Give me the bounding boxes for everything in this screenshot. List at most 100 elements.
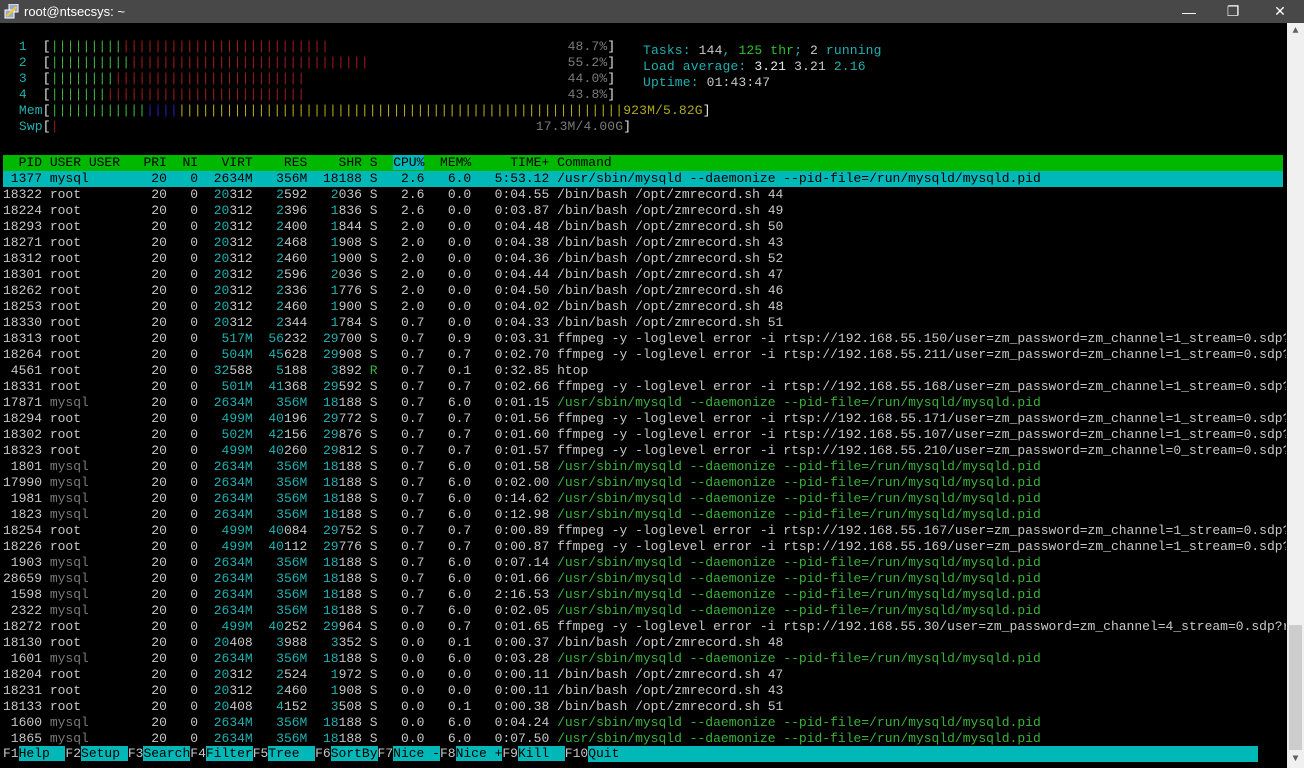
column-header-mem[interactable]: MEM%: [440, 155, 471, 170]
time: 0:01.66: [494, 571, 550, 586]
process-row[interactable]: 18133 root 20 0 20408 4152 3508 S 0.0 0.…: [3, 699, 1283, 715]
column-header-res[interactable]: RES: [284, 155, 307, 170]
tasks-label: Tasks:: [643, 43, 699, 58]
process-row[interactable]: 1981 mysql 20 0 2634M 356M 18188 S 0.7 6…: [3, 491, 1283, 507]
priority: 20: [151, 667, 167, 682]
column-header-command[interactable]: Command: [557, 155, 612, 170]
restore-icon: ❐: [1226, 3, 1240, 19]
process-row[interactable]: 18271 root 20 0 20312 2468 1908 S 2.0 0.…: [3, 235, 1283, 251]
process-row-selected[interactable]: 1377 mysql 20 0 2634M 356M 18188 S 2.6 6…: [3, 171, 1283, 187]
function-key-f8[interactable]: F8Nice +: [439, 746, 503, 761]
function-key-f6[interactable]: F6SortBy: [315, 746, 378, 761]
scrollbar-thumb[interactable]: [1289, 625, 1302, 750]
user: root: [49, 379, 82, 394]
function-key-f3[interactable]: F3Search: [127, 746, 191, 761]
column-header-virt[interactable]: VIRT: [221, 155, 252, 170]
process-row[interactable]: 18130 root 20 0 20408 3988 3352 S 0.0 0.…: [3, 635, 1283, 651]
process-row[interactable]: 18322 root 20 0 20312 2592 2036 S 2.6 0.…: [3, 187, 1283, 203]
close-button[interactable]: ✕: [1258, 0, 1302, 23]
maximize-button[interactable]: ❐: [1211, 0, 1255, 23]
terminal-area[interactable]: 1 [||||||||||||||||||||||||||||||||||| 4…: [0, 23, 1286, 768]
pid: 18330: [3, 315, 43, 330]
process-row[interactable]: 17990 mysql 20 0 2634M 356M 18188 S 0.7 …: [3, 475, 1283, 491]
process-row[interactable]: 1598 mysql 20 0 2634M 356M 18188 S 0.7 6…: [3, 587, 1283, 603]
process-row[interactable]: 1865 mysql 20 0 2634M 356M 18188 S 0.0 6…: [3, 731, 1283, 747]
process-row[interactable]: 28659 mysql 20 0 2634M 356M 18188 S 0.7 …: [3, 571, 1283, 587]
minimize-button[interactable]: —: [1167, 0, 1211, 23]
cpu-meter: 2 [|||||||||||||||||||||||||||||||||||||…: [3, 55, 615, 71]
scroll-up-arrow-icon[interactable]: ▲: [1287, 23, 1304, 40]
process-row[interactable]: 18331 root 20 0 501M 41368 29592 S 0.7 0…: [3, 379, 1286, 395]
function-key-f2[interactable]: F2Setup: [65, 746, 128, 761]
process-row[interactable]: 18312 root 20 0 20312 2460 1900 S 2.0 0.…: [3, 251, 1283, 267]
process-row[interactable]: 18262 root 20 0 20312 2336 1776 S 2.0 0.…: [3, 283, 1283, 299]
column-header-user[interactable]: USER: [89, 155, 120, 170]
process-row[interactable]: 1600 mysql 20 0 2634M 356M 18188 S 0.0 6…: [3, 715, 1283, 731]
virt: 502M: [221, 427, 253, 442]
scroll-down-arrow-icon[interactable]: ▼: [1287, 751, 1304, 768]
process-row[interactable]: 1823 mysql 20 0 2634M 356M 18188 S 0.7 6…: [3, 507, 1283, 523]
res: 356M: [276, 555, 308, 570]
column-header-ni[interactable]: NI: [182, 155, 198, 170]
process-row[interactable]: 18272 root 20 0 499M 40252 29964 S 0.0 0…: [3, 619, 1286, 635]
function-key-f5[interactable]: F5Tree: [252, 746, 316, 761]
process-row[interactable]: 18301 root 20 0 20312 2596 2036 S 2.0 0.…: [3, 267, 1283, 283]
process-row[interactable]: 18264 root 20 0 504M 45628 29908 S 0.7 0…: [3, 347, 1286, 363]
process-row[interactable]: 4561 root 20 0 32588 5188 3892 R 0.7 0.1…: [3, 363, 1283, 379]
process-row[interactable]: 1801 mysql 20 0 2634M 356M 18188 S 0.7 6…: [3, 459, 1283, 475]
process-row[interactable]: 18254 root 20 0 499M 40084 29752 S 0.7 0…: [3, 523, 1286, 539]
mem-percent: 0.1: [447, 363, 472, 378]
process-row[interactable]: 18253 root 20 0 20312 2460 1900 S 2.0 0.…: [3, 299, 1283, 315]
cpu-meter-label: 4: [18, 87, 27, 102]
process-row[interactable]: 1903 mysql 20 0 2634M 356M 18188 S 0.7 6…: [3, 555, 1283, 571]
process-row[interactable]: 18293 root 20 0 20312 2400 1844 S 2.0 0.…: [3, 219, 1283, 235]
function-key-f10[interactable]: F10Quit: [564, 746, 1259, 762]
time: 0:01.65: [494, 619, 550, 634]
nice: 0: [190, 331, 199, 346]
process-row[interactable]: 18313 root 20 0 517M 56232 29700 S 0.7 0…: [3, 331, 1286, 347]
function-key-f9[interactable]: F9Kill: [502, 746, 565, 761]
function-key-f1[interactable]: F1Help: [3, 746, 66, 761]
process-row[interactable]: 18302 root 20 0 502M 42156 29876 S 0.7 0…: [3, 427, 1286, 443]
minimize-icon: —: [1182, 3, 1196, 20]
process-row[interactable]: 17871 mysql 20 0 2634M 356M 18188 S 0.7 …: [3, 395, 1283, 411]
function-key-f7[interactable]: F7Nice -: [377, 746, 440, 761]
vertical-scrollbar[interactable]: ▲ ▼: [1287, 23, 1304, 768]
process-row[interactable]: 18294 root 20 0 499M 40196 29772 S 0.7 0…: [3, 411, 1286, 427]
priority: 20: [151, 683, 167, 698]
process-row[interactable]: 18226 root 20 0 499M 40112 29776 S 0.7 0…: [3, 539, 1286, 555]
column-header-shr[interactable]: SHR: [339, 155, 362, 170]
time: 0:04.50: [494, 283, 550, 298]
cpu-percent: 0.7: [401, 507, 425, 522]
column-header-cpu[interactable]: CPU%: [393, 155, 425, 170]
column-header-pid[interactable]: PID: [19, 155, 42, 170]
process-row[interactable]: 18231 root 20 0 20312 2460 1908 S 0.0 0.…: [3, 683, 1283, 699]
process-row[interactable]: 1601 mysql 20 0 2634M 356M 18188 S 0.0 6…: [3, 651, 1283, 667]
process-row[interactable]: 18330 root 20 0 20312 2344 1784 S 0.7 0.…: [3, 315, 1283, 331]
process-row[interactable]: 18224 root 20 0 20312 2396 1836 S 2.6 0.…: [3, 203, 1283, 219]
column-header-s[interactable]: S: [370, 155, 378, 170]
column-header-time[interactable]: TIME+: [510, 155, 549, 170]
nice: 0: [190, 491, 199, 506]
process-row[interactable]: 18323 root 20 0 499M 40260 29812 S 0.7 0…: [3, 443, 1286, 459]
process-row[interactable]: 18204 root 20 0 20312 2524 1972 S 0.0 0.…: [3, 667, 1283, 683]
function-key-f4[interactable]: F4Filter: [190, 746, 253, 761]
process-row[interactable]: 2322 mysql 20 0 2634M 356M 18188 S 0.7 6…: [3, 603, 1283, 619]
virt: 20312: [213, 235, 253, 250]
shr: 1900: [330, 299, 362, 314]
column-header-pri[interactable]: PRI: [143, 155, 166, 170]
user: root: [49, 235, 82, 250]
virt: 20312: [213, 299, 253, 314]
